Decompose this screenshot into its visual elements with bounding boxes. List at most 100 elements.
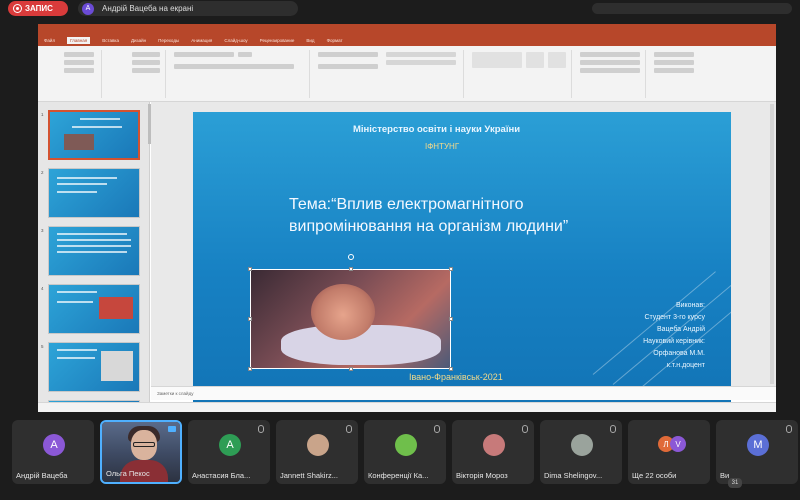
resize-handle[interactable]: [349, 367, 353, 371]
participant-avatar: А: [43, 434, 65, 456]
shape-style-group: [576, 50, 646, 98]
topic-line: Тема:“Вплив електромагнітного: [289, 196, 524, 213]
slide-thumbnail[interactable]: [48, 342, 140, 392]
tab-file[interactable]: Файл: [44, 38, 55, 43]
participants-strip: А Андрій Вацеба Ольга Пекос А Анастасия …: [0, 418, 800, 488]
thumb-number: 2: [41, 170, 44, 175]
tab-design[interactable]: Дизайн: [131, 38, 146, 43]
participant-tile[interactable]: Вікторія Мороз: [452, 420, 534, 484]
paragraph-group: [314, 50, 464, 98]
record-button[interactable]: ЗАПИС: [8, 1, 68, 16]
slide-thumbnails: 1 2 3 4 5: [38, 102, 150, 406]
participant-name: Ольга Пекос: [106, 469, 150, 478]
sharer-avatar: А: [82, 2, 94, 15]
editing-group: [650, 50, 710, 98]
thumb-number: 4: [41, 286, 44, 291]
tab-slideshow[interactable]: Слайд-шоу: [224, 38, 247, 43]
tab-format[interactable]: Формат: [327, 38, 343, 43]
people-count-badge[interactable]: 31: [728, 478, 742, 488]
participant-name: Dima Shelingov...: [544, 471, 603, 480]
resize-handle[interactable]: [349, 267, 353, 271]
mic-muted-icon: [522, 425, 528, 433]
participant-tile[interactable]: А Андрій Вацеба: [12, 420, 94, 484]
participant-name: Ще 22 особи: [632, 471, 677, 480]
topic-title[interactable]: Тема:“Вплив електромагнітного випромінюв…: [289, 194, 679, 238]
thumb-number: 1: [41, 112, 44, 117]
resize-handle[interactable]: [248, 317, 252, 321]
rotate-handle[interactable]: [348, 254, 354, 260]
editor-scrollbar[interactable]: [770, 104, 774, 384]
participant-tile[interactable]: Jannett Shakirz...: [276, 420, 358, 484]
slide-thumbnail[interactable]: [48, 168, 140, 218]
slide-thumbnail[interactable]: [48, 284, 140, 334]
participant-tile[interactable]: Ольга Пекос: [100, 420, 182, 484]
author-line: Вацеба Андрій: [657, 326, 705, 333]
ribbon-tabs: Файл Главная Вставка Дизайн Переходы Ани…: [38, 34, 776, 46]
participant-tile[interactable]: А Анастасия Бла...: [188, 420, 270, 484]
participant-tile[interactable]: Конференції Ка...: [364, 420, 446, 484]
tab-view[interactable]: Вид: [306, 38, 314, 43]
resize-handle[interactable]: [449, 267, 453, 271]
city-year-text: Івано-Франківськ-2021: [409, 372, 503, 382]
participant-photo: [307, 434, 329, 456]
participant-photo: [395, 434, 417, 456]
mic-muted-icon: [346, 425, 352, 433]
tab-home[interactable]: Главная: [67, 36, 91, 44]
participant-name: Андрій Вацеба: [16, 471, 68, 480]
tab-review[interactable]: Рецензирование: [260, 38, 295, 43]
topic-line: випромінювання на організм людини”: [289, 218, 569, 235]
drawing-group: [468, 50, 572, 98]
resize-handle[interactable]: [248, 367, 252, 371]
participant-name: Вікторія Мороз: [456, 471, 508, 480]
record-icon: [14, 5, 21, 12]
clipboard-group: [42, 50, 102, 98]
meeting-top-bar: ЗАПИС А Андрій Вацеба на екрані: [0, 0, 800, 18]
thumb-number: 5: [41, 344, 44, 349]
camera-icon: [168, 426, 176, 432]
resize-handle[interactable]: [449, 367, 453, 371]
participant-avatar: А: [219, 434, 241, 456]
author-line: Науковий керівник:: [643, 338, 705, 345]
status-bar: [38, 402, 776, 412]
mic-muted-icon: [258, 425, 264, 433]
slide-thumbnail[interactable]: [48, 226, 140, 276]
powerpoint-window: Файл Главная Вставка Дизайн Переходы Ани…: [38, 24, 776, 412]
bottom-toolbar: [0, 490, 800, 500]
record-label: ЗАПИС: [25, 4, 53, 13]
notes-pane[interactable]: Заметки к слайду: [151, 386, 776, 400]
font-group: [170, 50, 310, 98]
slide-thumbnail[interactable]: [48, 110, 140, 160]
thumb-number: 3: [41, 228, 44, 233]
author-line: к.т.н.доцент: [666, 362, 705, 369]
current-slide[interactable]: Міністерство освіти і науки України ІФНТ…: [193, 112, 731, 404]
ministry-text: Міністерство освіти і науки України: [353, 124, 521, 135]
participant-tile-self[interactable]: M Ви: [716, 420, 798, 484]
slide-editor: Міністерство освіти і науки України ІФНТ…: [151, 102, 776, 404]
author-line: Орфанова М.М.: [653, 350, 705, 357]
screen-share-indicator[interactable]: А Андрій Вацеба на екрані: [78, 1, 298, 16]
participant-photo: [483, 434, 505, 456]
participant-name: Анастасия Бла...: [192, 471, 251, 480]
powerpoint-title-bar: [38, 24, 776, 34]
tab-animations[interactable]: Анимация: [191, 38, 212, 43]
sleeping-child-photo[interactable]: [248, 267, 453, 371]
slides-group: [106, 50, 166, 98]
resize-handle[interactable]: [449, 317, 453, 321]
participant-tile[interactable]: Dima Shelingov...: [540, 420, 622, 484]
tab-transitions[interactable]: Переходы: [158, 38, 179, 43]
participant-name: Jannett Shakirz...: [280, 471, 338, 480]
more-participants-avatars: Л V: [658, 434, 688, 454]
notes-placeholder: Заметки к слайду: [157, 391, 194, 396]
participant-avatar: M: [747, 434, 769, 456]
author-line: Виконав:: [675, 302, 705, 309]
author-line: Студент 3-го курсу: [644, 314, 705, 321]
participant-photo: [571, 434, 593, 456]
resize-handle[interactable]: [248, 267, 252, 271]
mic-muted-icon: [610, 425, 616, 433]
more-participants-tile[interactable]: Л V Ще 22 особи: [628, 420, 710, 484]
tab-insert[interactable]: Вставка: [102, 38, 119, 43]
mic-muted-icon: [786, 425, 792, 433]
meeting-controls-bar[interactable]: [592, 3, 792, 14]
participant-name: Конференції Ка...: [368, 471, 429, 480]
ribbon: [38, 46, 776, 102]
